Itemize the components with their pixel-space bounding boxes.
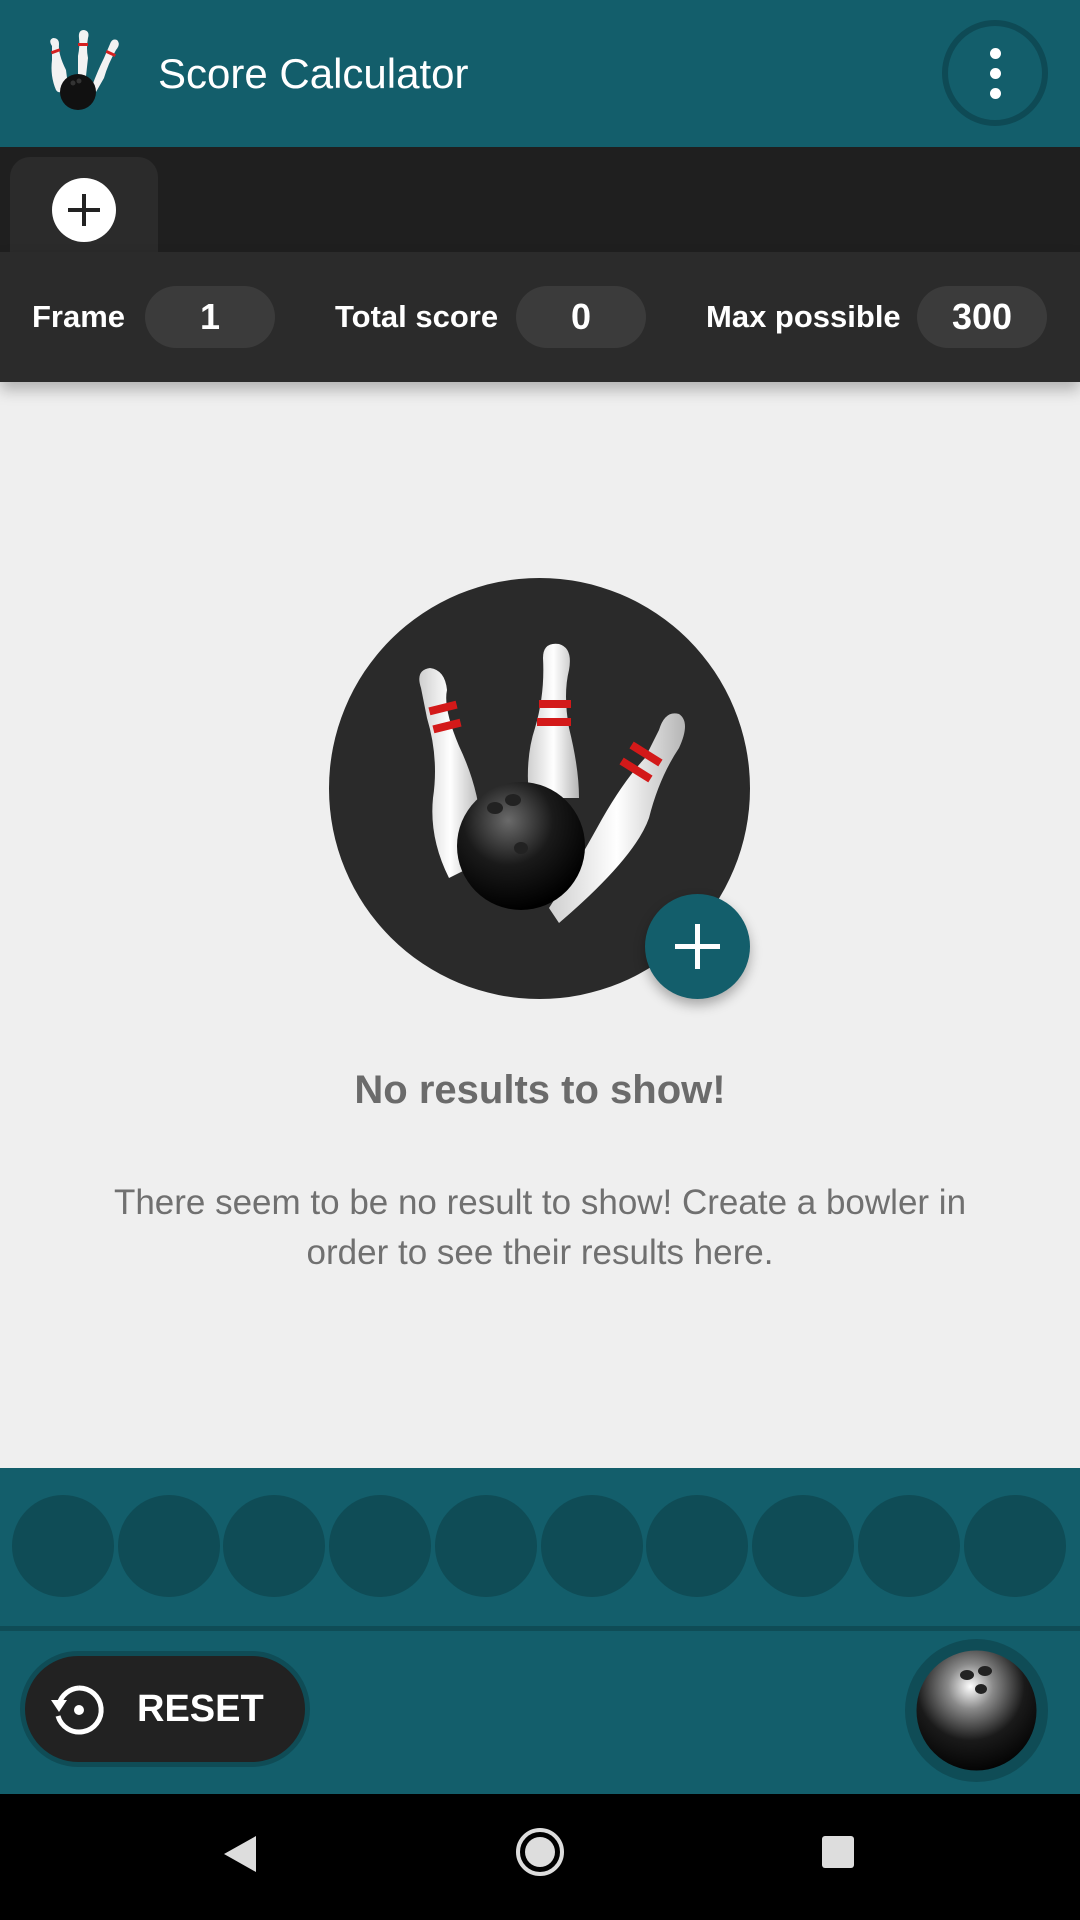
pin-button[interactable] [435,1495,537,1597]
bowler-tabs [0,147,1080,252]
recents-square-icon[interactable] [820,1834,856,1870]
frame-label: Frame [32,299,126,334]
restore-icon [51,1685,104,1735]
pin-button[interactable] [752,1495,854,1597]
more-vert-icon [989,47,1001,59]
overflow-menu-button[interactable] [942,20,1048,126]
bowling-ball-icon [916,1650,1037,1771]
reset-label: RESET [137,1688,264,1730]
pin-button[interactable] [541,1495,643,1597]
more-vert-dot [989,87,1001,99]
max-possible-value: 300 [917,286,1047,348]
pin-button[interactable] [964,1495,1066,1597]
back-triangle-icon[interactable] [222,1834,258,1874]
bowling-logo-icon [50,30,119,110]
pin-button[interactable] [118,1495,220,1597]
pin-button[interactable] [858,1495,960,1597]
add-icon [52,178,116,242]
pins-row [0,1468,1080,1626]
max-possible-label: Max possible [706,299,901,334]
empty-state-title: No results to show! [354,1068,726,1112]
empty-state-message: There seem to be no result to show! Crea… [113,1183,967,1272]
frame-value: 1 [145,286,275,348]
app-title: Score Calculator [158,50,469,97]
add-bowler-tab[interactable] [10,157,158,252]
reset-button[interactable]: RESET [20,1651,310,1767]
pin-button[interactable] [329,1495,431,1597]
system-nav-bar [0,1794,1080,1920]
total-score-label: Total score [335,299,499,334]
pin-button[interactable] [646,1495,748,1597]
add-icon [675,924,720,969]
more-vert-dot [989,67,1001,79]
total-score-value: 0 [516,286,646,348]
score-summary-bar: Frame 1 Total score 0 Max possible 300 [0,252,1080,382]
pin-button[interactable] [223,1495,325,1597]
pin-button[interactable] [12,1495,114,1597]
app-bar: Score Calculator [0,0,1080,147]
home-circle-icon[interactable] [514,1826,566,1878]
add-bowler-button[interactable] [645,894,750,999]
roll-ball-button[interactable] [905,1639,1048,1782]
